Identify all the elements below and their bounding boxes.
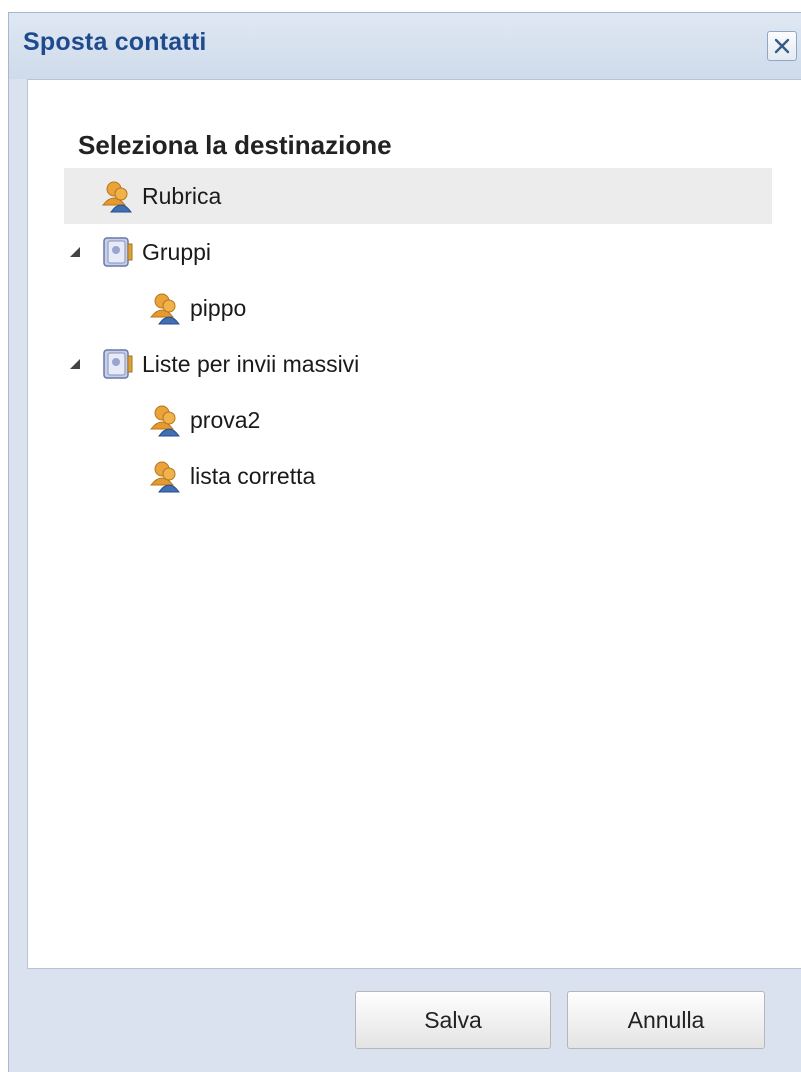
dialog-titlebar: Sposta contatti xyxy=(9,13,801,79)
tree-item-lista-corretta[interactable]: lista corretta xyxy=(64,448,772,504)
move-contacts-dialog: Sposta contatti Seleziona la destinazion… xyxy=(8,12,801,1072)
expanded-arrow-icon[interactable] xyxy=(70,247,80,257)
tree-item-label: lista corretta xyxy=(190,462,316,489)
tree-item-label: Liste per invii massivi xyxy=(142,350,360,377)
close-icon xyxy=(774,38,790,54)
save-button[interactable]: Salva xyxy=(355,991,551,1049)
address-book-icon xyxy=(103,349,133,379)
tree-item-gruppi[interactable]: Gruppi xyxy=(64,224,772,280)
contacts-icon xyxy=(101,181,132,213)
cancel-button[interactable]: Annulla xyxy=(567,991,765,1049)
destination-panel: Seleziona la destinazione Rubrica Gruppi xyxy=(27,79,801,969)
tree-item-label: pippo xyxy=(190,294,247,321)
close-button[interactable] xyxy=(767,31,797,61)
contacts-icon xyxy=(149,461,180,493)
tree-item-label: prova2 xyxy=(190,406,261,433)
address-book-icon xyxy=(103,237,133,267)
contacts-icon xyxy=(149,293,180,325)
dialog-title: Sposta contatti xyxy=(23,28,207,56)
tree-item-label: Rubrica xyxy=(142,182,222,209)
expanded-arrow-icon[interactable] xyxy=(70,359,80,369)
tree-item-label: Gruppi xyxy=(142,238,212,265)
tree-item-liste[interactable]: Liste per invii massivi xyxy=(64,336,772,392)
contacts-icon xyxy=(149,405,180,437)
section-title: Seleziona la destinazione xyxy=(78,130,392,160)
tree-item-prova2[interactable]: prova2 xyxy=(64,392,772,448)
tree-item-pippo[interactable]: pippo xyxy=(64,280,772,336)
tree-item-rubrica[interactable]: Rubrica xyxy=(64,168,772,224)
